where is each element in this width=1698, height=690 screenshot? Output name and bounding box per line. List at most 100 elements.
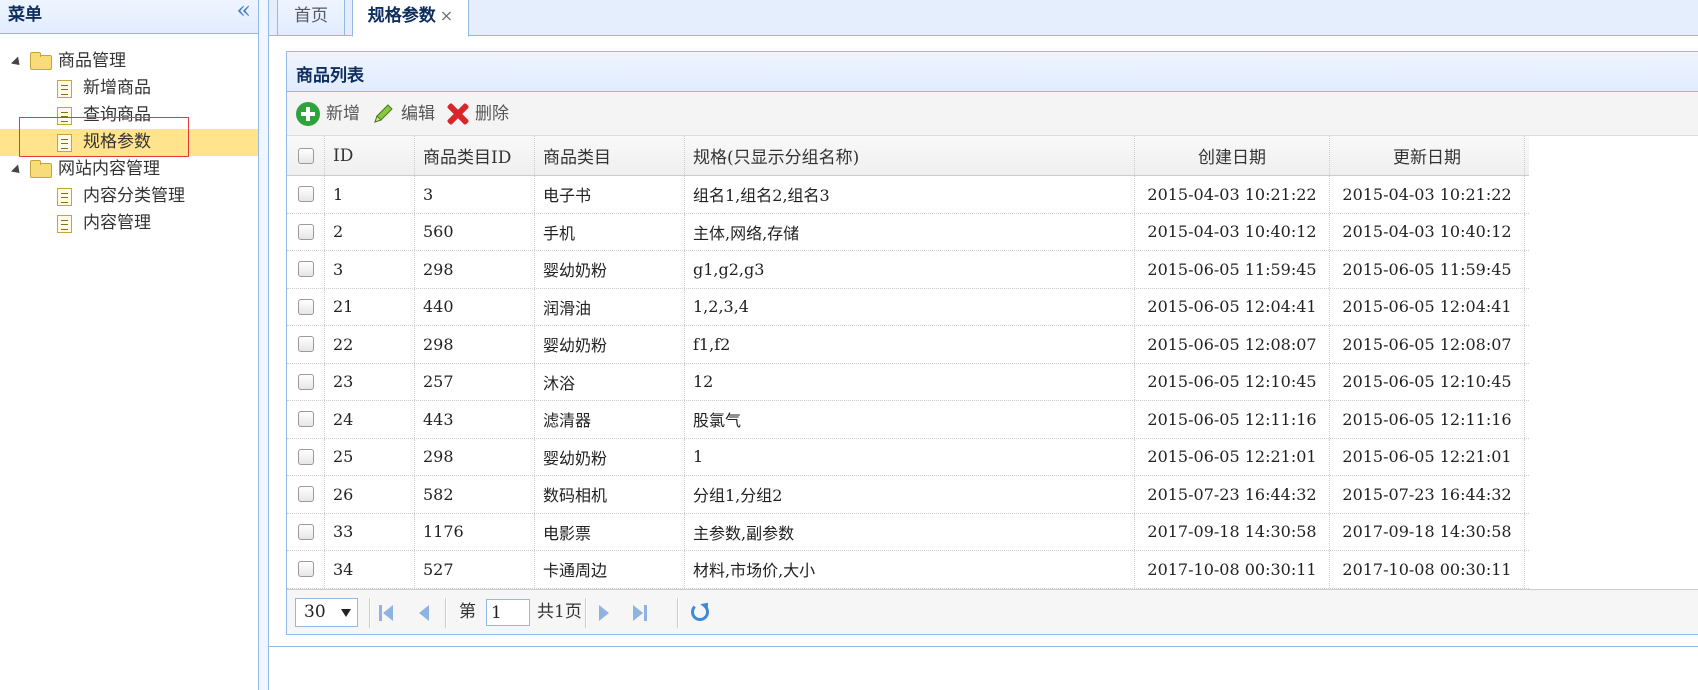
column-header-spec[interactable]: 规格(只显示分组名称): [685, 136, 1135, 175]
document-icon: [57, 134, 72, 152]
tab-home[interactable]: 首页: [277, 0, 345, 36]
cell-created: 2015-06-05 12:04:41: [1135, 288, 1330, 325]
cell-updated: 2015-04-03 10:40:12: [1330, 213, 1525, 250]
cell-category-id: 3: [415, 176, 535, 213]
tree-node-spec-params[interactable]: 规格参数: [0, 129, 258, 156]
tree-node-label: 商品管理: [58, 51, 126, 71]
row-checkbox-cell: [287, 251, 325, 288]
cell-category-id: 1176: [415, 513, 535, 550]
cell-category: 沐浴: [535, 363, 685, 400]
pager-separator: [585, 598, 587, 628]
row-checkbox[interactable]: [297, 448, 314, 465]
cell-id: 25: [325, 438, 415, 475]
add-button[interactable]: 新增: [296, 101, 360, 127]
page-number-input[interactable]: [486, 599, 530, 626]
delete-button[interactable]: 删除: [445, 101, 509, 127]
cell-category: 卡通周边: [535, 551, 685, 588]
cell-spec: 1,2,3,4: [685, 288, 1135, 325]
cell-category-id: 257: [415, 363, 535, 400]
tree-node-content-management[interactable]: 内容管理: [0, 210, 258, 237]
layout-bottom-border: [269, 646, 1698, 647]
cell-spec: 材料,市场价,大小: [685, 551, 1135, 588]
sidebar: 菜单 « 商品管理 新增商品 查询商品 规格参数 网站内容管理 内容分类管理 内…: [0, 0, 259, 690]
cell-spec: 12: [685, 363, 1135, 400]
tree-node-add-goods[interactable]: 新增商品: [0, 75, 258, 102]
tab-spec-params[interactable]: 规格参数 ×: [352, 0, 469, 37]
tree-node-goods-management[interactable]: 商品管理: [0, 48, 258, 75]
cell-updated: 2017-09-18 14:30:58: [1330, 513, 1525, 550]
table-row[interactable]: 22 298 婴幼奶粉 f1,f2 2015-06-05 12:08:07 2015-06…: [287, 326, 1529, 364]
row-checkbox[interactable]: [297, 411, 314, 428]
expand-triangle-icon[interactable]: [10, 164, 24, 177]
table-row[interactable]: 24 443 滤清器 股氯气 2015-06-05 12:11:16 2015-06-05…: [287, 401, 1529, 439]
row-checkbox[interactable]: [297, 186, 314, 203]
column-header-created[interactable]: 创建日期: [1135, 136, 1330, 175]
page-prefix: 第: [459, 602, 476, 622]
total-pages-text: 共1页: [537, 602, 582, 622]
column-header-updated[interactable]: 更新日期: [1330, 136, 1525, 175]
row-checkbox-cell: [287, 513, 325, 550]
tab-bar: 首页 规格参数 ×: [269, 0, 1698, 37]
table-row[interactable]: 21 440 润滑油 1,2,3,4 2015-06-05 12:04:41 2015-0…: [287, 288, 1529, 326]
edit-button[interactable]: 编辑: [371, 101, 435, 127]
table-row[interactable]: 23 257 沐浴 12 2015-06-05 12:10:45 2015-06-05 1…: [287, 363, 1529, 401]
row-checkbox[interactable]: [297, 298, 314, 315]
column-header-category-id[interactable]: 商品类目ID: [415, 136, 535, 175]
table-row[interactable]: 26 582 数码相机 分组1,分组2 2015-07-23 16:44:32 2015-…: [287, 476, 1529, 514]
close-icon[interactable]: ×: [440, 6, 453, 25]
cell-spec: 分组1,分组2: [685, 476, 1135, 513]
double-chevron-left-icon[interactable]: «: [236, 0, 251, 22]
cell-created: 2015-04-03 10:21:22: [1135, 176, 1330, 213]
prev-page-icon: [419, 605, 429, 621]
column-header-id[interactable]: ID: [325, 136, 415, 175]
row-checkbox[interactable]: [297, 223, 314, 240]
row-checkbox[interactable]: [297, 486, 314, 503]
document-icon: [57, 215, 72, 233]
row-checkbox[interactable]: [297, 561, 314, 578]
table-row[interactable]: 33 1176 电影票 主参数,副参数 2017-09-18 14:30:58 2017-…: [287, 513, 1529, 551]
cell-id: 23: [325, 363, 415, 400]
row-checkbox[interactable]: [297, 373, 314, 390]
grid-body: 1 3 电子书 组名1,组名2,组名3 2015-04-03 10:21:22 2015-…: [287, 176, 1529, 589]
pager-separator: [445, 598, 447, 628]
cell-created: 2015-06-05 12:08:07: [1135, 326, 1330, 363]
document-icon: [57, 188, 72, 206]
next-page-icon: [599, 605, 609, 621]
menu-tree: 商品管理 新增商品 查询商品 规格参数 网站内容管理 内容分类管理 内容管理: [0, 48, 258, 237]
row-checkbox[interactable]: [297, 261, 314, 278]
cell-spec: 主参数,副参数: [685, 513, 1135, 550]
first-page-icon: [383, 605, 393, 621]
last-page-button[interactable]: [631, 603, 651, 623]
row-checkbox[interactable]: [297, 336, 314, 353]
refresh-icon[interactable]: [691, 603, 709, 621]
document-icon: [57, 107, 72, 125]
row-checkbox[interactable]: [297, 523, 314, 540]
table-row[interactable]: 2 560 手机 主体,网络,存储 2015-04-03 10:40:12 2015-04…: [287, 213, 1529, 251]
cell-created: 2015-04-03 10:40:12: [1135, 213, 1330, 250]
cell-updated: 2015-06-05 11:59:45: [1330, 251, 1525, 288]
tree-node-content-category[interactable]: 内容分类管理: [0, 183, 258, 210]
tree-node-query-goods[interactable]: 查询商品: [0, 102, 258, 129]
layout-splitter[interactable]: [259, 0, 269, 690]
cell-spec: 1: [685, 438, 1135, 475]
column-header-category[interactable]: 商品类目: [535, 136, 685, 175]
expand-triangle-icon[interactable]: [10, 56, 24, 69]
cell-category-id: 582: [415, 476, 535, 513]
table-row[interactable]: 1 3 电子书 组名1,组名2,组名3 2015-04-03 10:21:22 2015-…: [287, 176, 1529, 214]
page-size-value: 30: [304, 602, 326, 622]
first-page-button[interactable]: [379, 603, 399, 623]
select-all-cell: [287, 136, 325, 175]
next-page-button[interactable]: [595, 603, 615, 623]
table-row[interactable]: 25 298 婴幼奶粉 1 2015-06-05 12:21:01 2015-06-05 …: [287, 438, 1529, 476]
prev-page-button[interactable]: [417, 603, 437, 623]
page-size-select[interactable]: 30: [295, 598, 358, 627]
cell-category: 滤清器: [535, 401, 685, 438]
tree-node-site-content-management[interactable]: 网站内容管理: [0, 156, 258, 183]
dropdown-caret-icon: [341, 609, 351, 617]
table-row[interactable]: 34 527 卡通周边 材料,市场价,大小 2017-10-08 00:30:11 201…: [287, 551, 1529, 589]
pager-separator: [677, 598, 679, 628]
select-all-checkbox[interactable]: [297, 147, 314, 164]
table-row[interactable]: 3 298 婴幼奶粉 g1,g2,g3 2015-06-05 11:59:45 2015-…: [287, 251, 1529, 289]
cell-created: 2015-06-05 12:11:16: [1135, 401, 1330, 438]
goods-list-panel: 商品列表 新增 编辑 删除 ID 商品类目ID 商品类目 规格(只显示分组名称)…: [286, 51, 1698, 635]
